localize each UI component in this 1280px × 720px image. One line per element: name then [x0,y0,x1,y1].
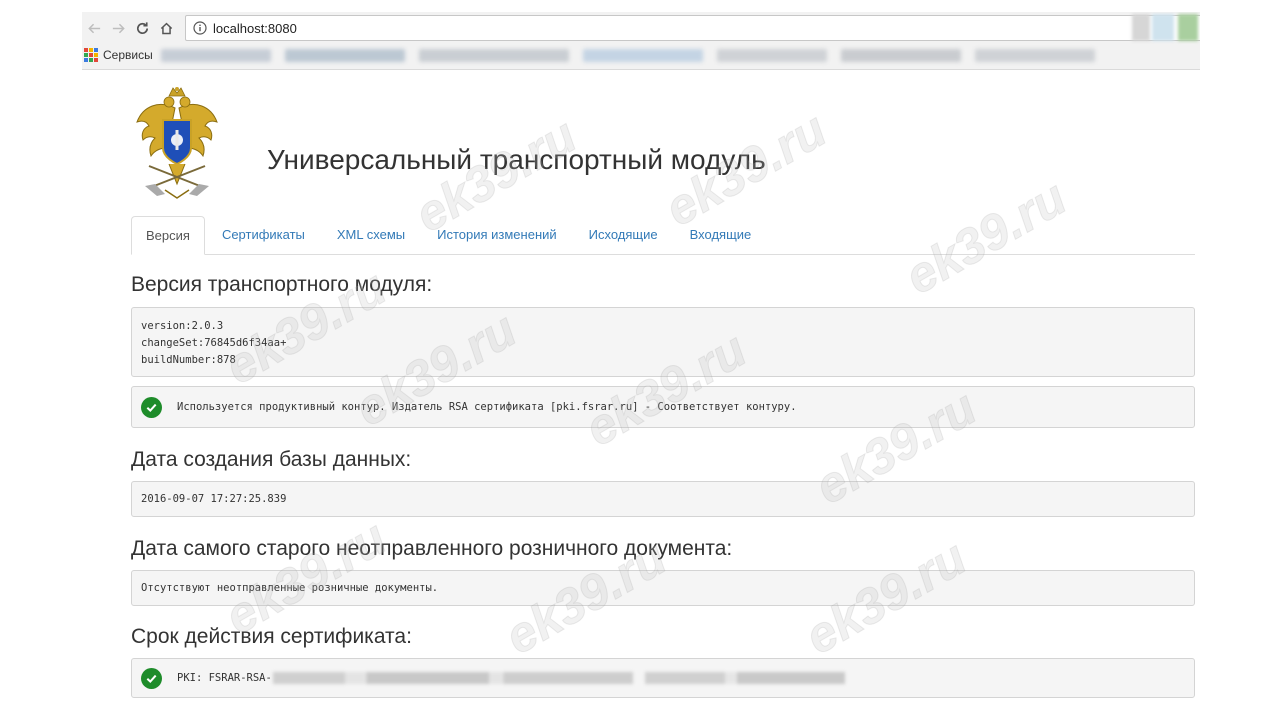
db-created-panel: 2016-09-07 17:27:25.839 [131,481,1195,517]
tab-outgoing[interactable]: Исходящие [574,216,673,254]
cert-validity-value: PKI: FSRAR-RSA- [177,672,272,684]
bookmark-item[interactable] [840,48,961,62]
bookmark-item[interactable] [974,48,1095,62]
extension-icon[interactable] [1132,14,1150,41]
section-title-oldest-unsent: Дата самого старого неотправленного розн… [131,537,733,560]
extension-icon[interactable] [1178,14,1198,41]
oldest-unsent-value: Отсутствуют неотправленные розничные док… [141,582,439,594]
success-check-icon [141,667,162,689]
apps-grid-icon[interactable] [84,48,98,62]
bookmark-item[interactable] [582,48,703,62]
contour-status-text: Используется продуктивный контур. Издате… [177,401,797,413]
version-line: version:2.0.3 [141,320,224,332]
address-bar[interactable] [185,15,1200,41]
bookmarks-bar: Сервисы [82,45,1200,65]
bookmark-services[interactable]: Сервисы [103,48,153,62]
tab-version[interactable]: Версия [131,216,205,255]
redacted-text [272,672,633,684]
forward-button[interactable] [106,17,130,39]
tab-change-history[interactable]: История изменений [422,216,572,254]
home-icon [160,22,172,34]
url-input[interactable] [213,20,513,36]
success-check-icon [141,396,162,418]
cert-validity-panel: PKI: FSRAR-RSA- [131,658,1195,698]
reload-button[interactable] [130,17,154,39]
arrow-right-icon [112,23,125,33]
back-button[interactable] [82,17,106,39]
bookmark-item[interactable] [716,48,827,62]
section-title-cert-validity: Срок действия сертификата: [131,625,412,648]
version-info-panel: version:2.0.3 changeSet:76845d6f34aa+ bu… [131,307,1195,377]
tab-xml-schemas[interactable]: XML схемы [322,216,420,254]
build-number-line: buildNumber:878 [141,354,236,366]
extension-icon[interactable] [1152,14,1174,41]
bookmark-item[interactable] [284,48,405,62]
page-title: Универсальный транспортный модуль [267,144,766,175]
browser-toolbar: Сервисы [82,12,1200,70]
fsrar-emblem-logo [136,87,218,199]
reload-icon [136,21,148,34]
section-title-db-created: Дата создания базы данных: [131,448,412,471]
contour-status-panel: Используется продуктивный контур. Издате… [131,386,1195,428]
changeset-line: changeSet:76845d6f34aa+ [141,337,287,349]
tab-certificates[interactable]: Сертификаты [207,216,320,254]
db-created-value: 2016-09-07 17:27:25.839 [141,493,287,505]
redacted-text [644,672,845,684]
tab-incoming[interactable]: Входящие [675,216,767,254]
tab-bar: Версия Сертификаты XML схемы История изм… [131,216,1195,255]
app-header: Универсальный транспортный модуль [131,86,931,206]
section-title-version: Версия транспортного модуля: [131,273,433,296]
info-icon[interactable] [193,21,207,35]
home-button[interactable] [154,17,178,39]
bookmark-item[interactable] [418,48,569,62]
arrow-left-icon [87,23,100,33]
oldest-unsent-panel: Отсутствуют неотправленные розничные док… [131,570,1195,606]
nav-buttons [82,17,178,39]
bookmark-item[interactable] [160,48,271,62]
